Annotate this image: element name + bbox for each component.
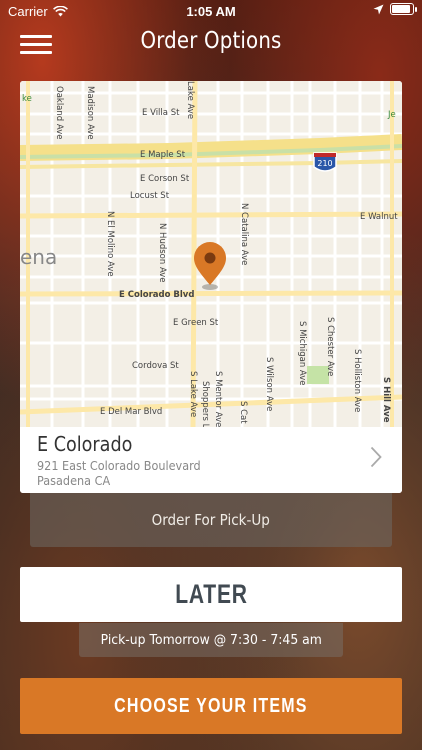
svg-text:S Hill Ave: S Hill Ave	[381, 377, 391, 423]
highway-shield-icon: 210	[313, 152, 337, 172]
svg-text:E Colorado Blvd: E Colorado Blvd	[119, 290, 194, 300]
store-map[interactable]: 210 E Villa St E Maple St E Corson St Lo…	[20, 81, 402, 434]
svg-text:E Green St: E Green St	[173, 318, 219, 328]
svg-text:E Corson St: E Corson St	[140, 174, 190, 184]
svg-text:S Michigan Ave: S Michigan Ave	[297, 321, 307, 386]
status-bar: Carrier 1:05 AM	[0, 0, 422, 22]
svg-text:N El Molino Ave: N El Molino Ave	[105, 211, 115, 277]
svg-text:S Holliston Ave: S Holliston Ave	[352, 349, 362, 412]
pickup-time-label: Pick-up Tomorrow @ 7:30 - 7:45 am	[100, 632, 322, 648]
store-info-row[interactable]: E Colorado 921 East Colorado Boulevard P…	[20, 427, 402, 493]
svg-text:N Hudson Ave: N Hudson Ave	[157, 223, 167, 283]
map-canvas: 210 E Villa St E Maple St E Corson St Lo…	[20, 81, 402, 434]
svg-text:S Wilson Ave: S Wilson Ave	[264, 357, 274, 411]
svg-text:Shoppers Ln: Shoppers Ln	[200, 381, 210, 427]
svg-text:ke: ke	[22, 94, 32, 104]
later-button[interactable]: LATER	[20, 567, 402, 622]
svg-text:Locust St: Locust St	[130, 191, 170, 201]
svg-text:Je: Je	[387, 110, 396, 120]
svg-text:Lake Ave: Lake Ave	[185, 81, 195, 119]
svg-text:S Cat: S Cat	[238, 401, 248, 424]
svg-text:N Catalina Ave: N Catalina Ave	[239, 203, 249, 265]
status-right	[373, 3, 417, 15]
choose-items-button[interactable]: CHOOSE YOUR ITEMS	[20, 678, 402, 734]
svg-text:E Walnut: E Walnut	[360, 212, 398, 222]
svg-text:Oakland Ave: Oakland Ave	[54, 86, 64, 139]
svg-text:S Chester Ave: S Chester Ave	[325, 317, 335, 376]
pickup-time-badge[interactable]: Pick-up Tomorrow @ 7:30 - 7:45 am	[79, 623, 343, 657]
nav-bar: Order Options	[0, 22, 422, 66]
store-city: Pasadena CA	[37, 473, 111, 488]
later-label: LATER	[174, 579, 248, 609]
store-card: 210 E Villa St E Maple St E Corson St Lo…	[20, 81, 402, 493]
status-time: 1:05 AM	[186, 4, 236, 19]
location-arrow-icon	[373, 4, 384, 14]
svg-text:ena: ena	[20, 245, 57, 269]
store-address: 921 East Colorado Boulevard	[37, 458, 201, 473]
svg-text:S Mentor Ave: S Mentor Ave	[213, 371, 223, 427]
svg-text:E Del Mar Blvd: E Del Mar Blvd	[100, 407, 162, 417]
order-type-label: Order For Pick-Up	[151, 511, 271, 529]
svg-text:Cordova St: Cordova St	[132, 361, 179, 371]
page-title: Order Options	[140, 28, 282, 54]
store-name: E Colorado	[37, 432, 133, 456]
chevron-right-icon	[370, 446, 382, 468]
svg-text:Madison Ave: Madison Ave	[85, 86, 95, 140]
svg-text:S Lake Ave: S Lake Ave	[188, 371, 198, 417]
svg-text:E Maple St: E Maple St	[140, 150, 186, 160]
order-type-button[interactable]: Order For Pick-Up	[30, 493, 392, 547]
svg-text:210: 210	[317, 159, 332, 168]
svg-text:E Villa St: E Villa St	[142, 108, 180, 118]
battery-icon	[390, 3, 417, 15]
choose-items-label: CHOOSE YOUR ITEMS	[114, 695, 308, 717]
